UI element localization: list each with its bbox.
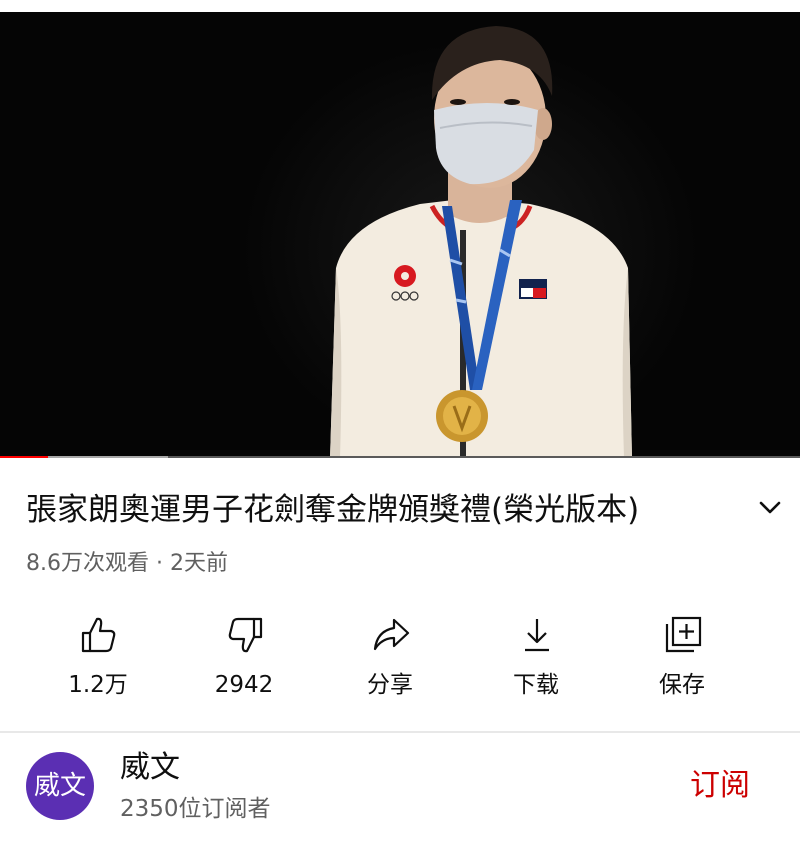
- progress-played: [0, 456, 48, 458]
- subscriber-count: 2350位订阅者: [120, 796, 271, 822]
- channel-avatar[interactable]: 威文: [26, 752, 94, 820]
- thumbs-up-icon: [81, 617, 116, 653]
- save-label: 保存: [659, 672, 705, 698]
- video-player[interactable]: [0, 0, 800, 458]
- download-icon: [525, 619, 549, 652]
- share-button[interactable]: 分享: [330, 608, 450, 708]
- subscribe-button[interactable]: 订阅: [690, 764, 750, 808]
- dislike-button[interactable]: 2942: [184, 608, 304, 708]
- save-playlist-icon: [665, 616, 702, 653]
- share-label: 分享: [367, 672, 413, 698]
- video-frame-athlete: [330, 26, 632, 458]
- action-row: 1.2万 2942 分享 下载 保存: [0, 608, 800, 716]
- download-label: 下载: [513, 672, 559, 698]
- video-title[interactable]: 張家朗奧運男子花劍奪金牌頒獎禮(榮光版本): [26, 488, 726, 532]
- download-button[interactable]: 下载: [476, 608, 596, 708]
- share-icon: [373, 618, 410, 651]
- progress-bar[interactable]: [0, 456, 800, 458]
- video-meta: 8.6万次观看 · 2天前: [26, 551, 228, 576]
- divider: [0, 731, 800, 733]
- chevron-down-icon[interactable]: [752, 490, 788, 526]
- thumbs-down-icon: [228, 617, 263, 653]
- dislike-count: 2942: [214, 672, 274, 698]
- like-button[interactable]: 1.2万: [38, 608, 158, 708]
- like-count: 1.2万: [68, 672, 128, 698]
- save-button[interactable]: 保存: [622, 608, 742, 708]
- channel-name[interactable]: 威文: [120, 748, 180, 788]
